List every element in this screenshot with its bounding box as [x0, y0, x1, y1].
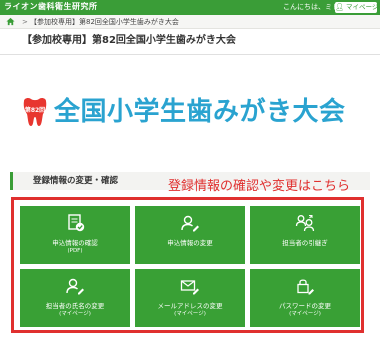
tile-sublabel: (マイページ) — [289, 311, 321, 317]
tile-label: 申込情報の確認 — [52, 239, 98, 247]
event-title: 全国小学生歯みがき大会 — [54, 97, 346, 127]
tile-email-change[interactable]: メールアドレスの変更 (マイページ) — [135, 269, 245, 327]
tile-sublabel: (マイページ) — [59, 311, 91, 317]
tile-person-name-change[interactable]: 担当者の氏名の変更 (マイページ) — [20, 269, 130, 327]
mail-edit-icon — [180, 280, 199, 295]
person-edit-icon — [66, 278, 84, 295]
top-bar: ライオン歯科衛生研究所 こんにちは、ミドリさん 👤︎ マイページ — [0, 0, 380, 15]
breadcrumb-separator: > — [22, 18, 28, 26]
tile-sublabel: (PDF) — [67, 248, 83, 254]
tile-label: 担当者の氏名の変更 — [45, 302, 105, 310]
tile-label: メールアドレスの変更 — [157, 302, 223, 310]
page-title: 【参加校専用】第82回全国小学生歯みがき大会 — [22, 35, 236, 46]
tile-password-change[interactable]: パスワードの変更 (マイページ) — [250, 269, 360, 327]
brand-name[interactable]: ライオン歯科衛生研究所 — [4, 1, 98, 13]
person-icon: 👤︎ — [335, 3, 344, 11]
tile-label: 申込情報の変更 — [167, 239, 213, 247]
mypage-button-label: マイページ — [345, 3, 379, 11]
breadcrumb: > 【参加校専用】第82回全国小学生歯みがき大会 — [0, 15, 380, 29]
breadcrumb-current: 【参加校専用】第82回全国小学生歯みがき大会 — [30, 18, 179, 26]
tile-label: パスワードの変更 — [279, 302, 331, 310]
mypage-button[interactable]: 👤︎ マイページ — [335, 2, 379, 13]
tile-person-handover[interactable]: 担当者の引継ぎ — [250, 206, 360, 264]
section-heading-label: 登録情報の変更・確認 — [33, 176, 119, 186]
tile-application-confirm[interactable]: 申込情報の確認 (PDF) — [20, 206, 130, 264]
document-check-icon — [68, 214, 85, 232]
tile-application-change[interactable]: 申込情報の変更 — [135, 206, 245, 264]
menu-grid-frame: 申込情報の確認 (PDF) 申込情報の変更 担当者の引継ぎ 担当者の氏名の変更 … — [11, 197, 364, 333]
home-icon[interactable] — [6, 17, 15, 26]
people-transfer-icon — [295, 215, 315, 232]
tile-sublabel: (マイページ) — [174, 311, 206, 317]
tooth-logo: 第82回 — [21, 97, 49, 127]
tile-label: 担当者の引継ぎ — [282, 239, 328, 247]
callout-text: 登録情報の確認や変更はこちら — [168, 179, 351, 194]
edition-badge: 第82回 — [24, 107, 46, 114]
title-divider — [0, 54, 380, 55]
lock-edit-icon — [297, 279, 314, 295]
person-edit-icon — [181, 215, 199, 232]
